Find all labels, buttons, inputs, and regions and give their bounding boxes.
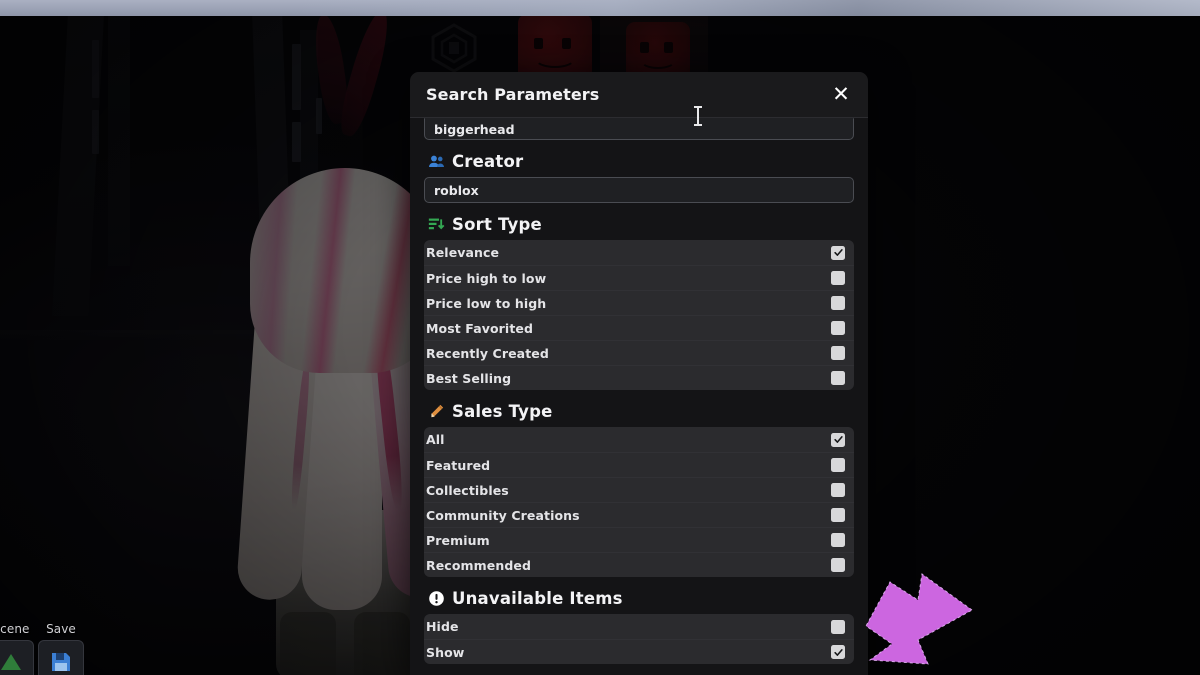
option-row[interactable]: Hide [424, 614, 854, 639]
keyword-input-value: biggerhead [434, 121, 515, 137]
option-checkbox[interactable] [831, 321, 845, 335]
sort-type-options: Relevance Price high to low Price low to… [424, 240, 854, 390]
sales-type-section-header: Sales Type [428, 402, 854, 421]
option-checkbox[interactable] [831, 458, 845, 472]
sort-descending-icon [428, 218, 445, 230]
option-row[interactable]: Price high to low [424, 265, 854, 290]
sales-type-section-title: Sales Type [452, 402, 553, 421]
creator-input-value: roblox [434, 182, 479, 198]
unavailable-items-section-title: Unavailable Items [452, 589, 623, 608]
option-label: All [426, 432, 445, 447]
option-checkbox[interactable] [831, 558, 845, 572]
users-icon [429, 155, 444, 168]
option-label: Collectibles [426, 482, 509, 498]
option-checkbox[interactable] [831, 508, 845, 522]
scene-tool-button[interactable]: Scene [0, 622, 34, 675]
option-checkbox[interactable] [831, 533, 845, 547]
option-checkbox[interactable] [831, 346, 845, 360]
dialog-header: Search Parameters ✕ [410, 72, 868, 118]
option-row[interactable]: Premium [424, 527, 854, 552]
option-label: Premium [426, 532, 490, 548]
sort-type-section-title: Sort Type [452, 215, 542, 234]
option-label: Community Creations [426, 507, 580, 523]
exclamation-circle-icon [429, 591, 444, 606]
unavailable-items-options: Hide Show [424, 614, 854, 664]
save-tool-icon-box[interactable] [38, 640, 84, 675]
option-label: Recommended [426, 557, 532, 573]
option-row[interactable]: Relevance [424, 240, 854, 265]
option-checkbox[interactable] [831, 483, 845, 497]
scene-tool-label: Scene [0, 622, 30, 636]
option-checkbox[interactable] [831, 645, 845, 659]
dialog-title: Search Parameters [426, 85, 600, 104]
arrow-pointer-icon [865, 573, 973, 665]
option-row[interactable]: Most Favorited [424, 315, 854, 340]
save-tool-label: Save [46, 622, 76, 636]
option-row[interactable]: Collectibles [424, 477, 854, 502]
sort-type-section-header: Sort Type [428, 215, 854, 234]
sales-type-options: All Featured Collectibles Community Crea… [424, 427, 854, 577]
creator-section-header: Creator [428, 152, 854, 171]
save-tool-button[interactable]: Save [38, 622, 84, 675]
option-label: Relevance [426, 245, 500, 260]
option-label: Price low to high [426, 295, 547, 311]
option-row[interactable]: All [424, 427, 854, 452]
option-checkbox[interactable] [831, 619, 845, 634]
scene-tool-icon-box[interactable] [0, 640, 34, 675]
dialog-body: biggerhead Creator roblox Sort Type Rele… [410, 118, 868, 675]
option-row[interactable]: Show [424, 639, 854, 664]
option-checkbox[interactable] [831, 296, 845, 310]
option-label: Show [426, 644, 465, 660]
keyword-input[interactable]: biggerhead [424, 118, 854, 140]
creator-input[interactable]: roblox [424, 177, 854, 203]
scene-icon [1, 654, 21, 670]
option-checkbox[interactable] [831, 271, 845, 285]
option-row[interactable]: Recently Created [424, 340, 854, 365]
option-checkbox[interactable] [831, 371, 845, 385]
option-row[interactable]: Best Selling [424, 365, 854, 390]
option-label: Price high to low [426, 270, 547, 286]
option-row[interactable]: Recommended [424, 552, 854, 577]
pencil-icon [431, 404, 444, 418]
unavailable-items-section-header: Unavailable Items [428, 589, 854, 608]
search-parameters-dialog: Search Parameters ✕ biggerhead Creator r… [410, 72, 868, 675]
scene-sky-strip [0, 0, 1200, 16]
option-row[interactable]: Price low to high [424, 290, 854, 315]
option-checkbox[interactable] [831, 245, 845, 260]
option-label: Most Favorited [426, 320, 534, 336]
screenshot-root: Scene Save Search Parameters ✕ biggerhea… [0, 0, 1200, 675]
floppy-disk-icon [52, 653, 70, 671]
option-label: Featured [426, 457, 491, 473]
creator-section-title: Creator [452, 152, 524, 171]
annotation-arrow [860, 568, 978, 668]
option-checkbox[interactable] [831, 432, 845, 447]
option-row[interactable]: Community Creations [424, 502, 854, 527]
close-icon[interactable]: ✕ [828, 82, 854, 108]
option-label: Hide [426, 619, 459, 634]
text-cursor [694, 106, 702, 126]
option-label: Best Selling [426, 370, 512, 386]
option-label: Recently Created [426, 345, 549, 361]
option-row[interactable]: Featured [424, 452, 854, 477]
